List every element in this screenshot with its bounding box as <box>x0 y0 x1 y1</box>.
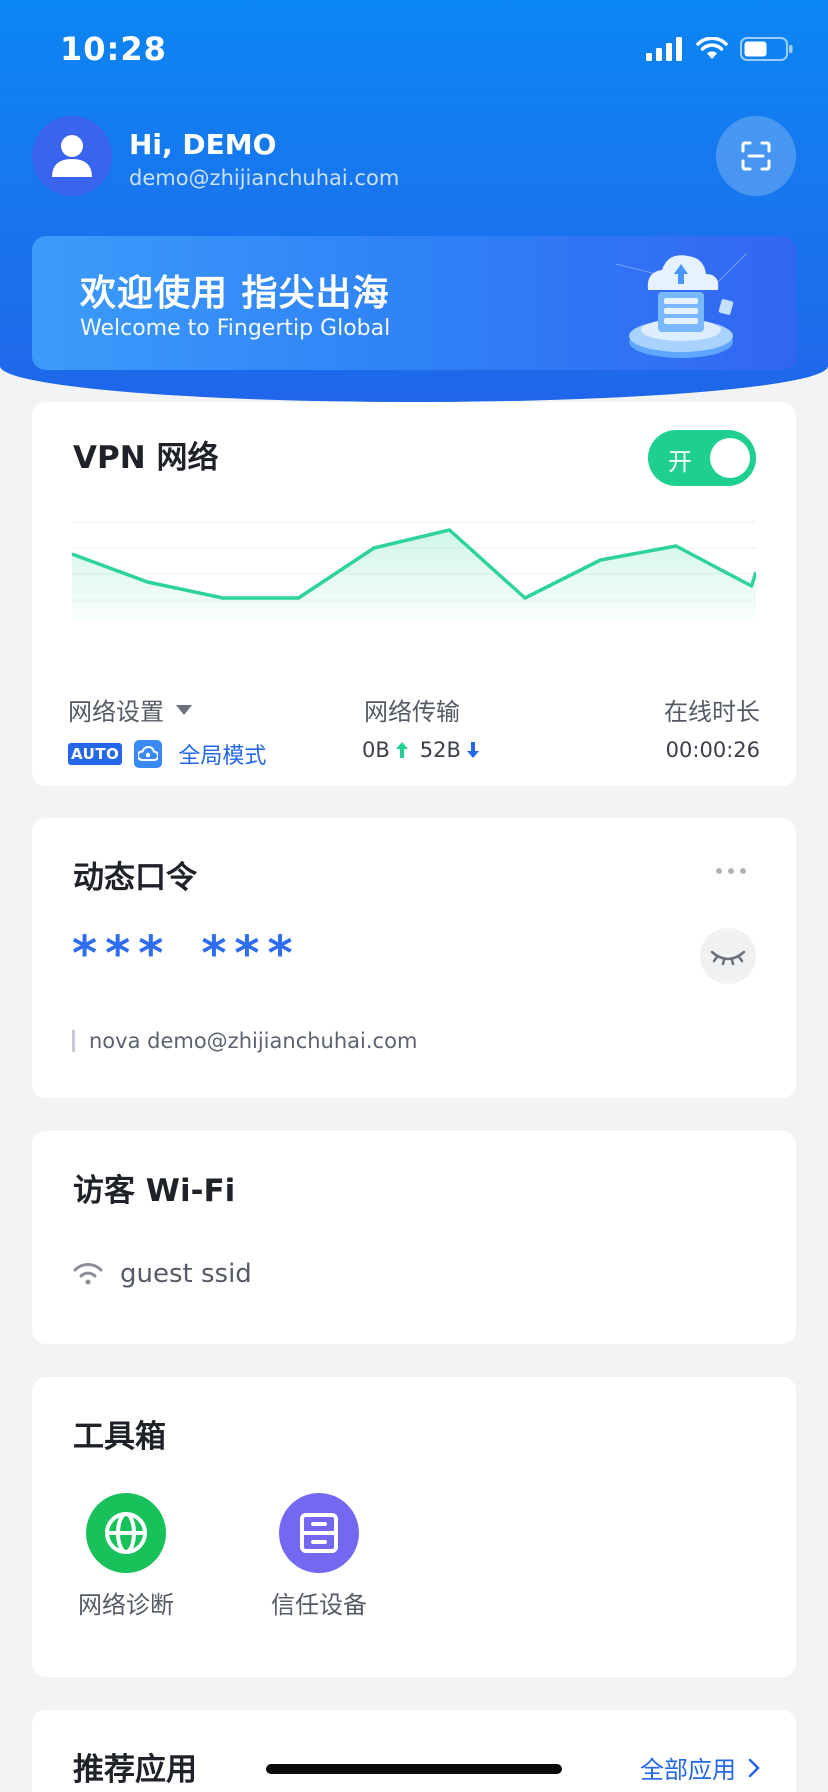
otp-code-group-1: *** <box>72 926 172 982</box>
online-time: 00:00:26 <box>665 738 760 762</box>
tool-label: 信任设备 <box>271 1591 367 1619</box>
tool-trusted-devices[interactable]: 信任设备 <box>259 1493 379 1620</box>
arrow-up-icon <box>395 742 408 758</box>
network-mode[interactable]: AUTO 全局模式 <box>68 738 266 770</box>
greeting-text: Hi, DEMO <box>129 128 277 161</box>
toolbox-title: 工具箱 <box>73 1419 166 1455</box>
recommended-apps-card: 推荐应用 全部应用 <box>32 1710 796 1792</box>
wifi-title: 访客 Wi-Fi <box>73 1173 236 1209</box>
arrow-down-icon <box>466 742 479 758</box>
avatar[interactable] <box>32 116 112 196</box>
all-apps-link[interactable]: 全部应用 <box>640 1750 760 1785</box>
signal-icon <box>646 37 682 61</box>
transfer-label: 网络传输 <box>364 698 460 726</box>
otp-card: 动态口令 *** *** nova demo@zhijianchuhai.com <box>32 818 796 1098</box>
device-icon <box>279 1493 359 1573</box>
scan-button[interactable] <box>716 116 796 196</box>
mode-text: 全局模式 <box>178 744 267 769</box>
vpn-title: VPN 网络 <box>73 440 219 476</box>
network-settings-label: 网络设置 <box>68 698 164 726</box>
transfer-value: 0B 52B <box>362 738 479 762</box>
vpn-toggle[interactable]: 开 <box>648 430 756 486</box>
welcome-banner[interactable]: 欢迎使用 指尖出海 Welcome to Fingertip Global <box>32 236 796 370</box>
online-label: 在线时长 <box>664 698 760 726</box>
battery-icon <box>740 37 793 61</box>
recommended-title: 推荐应用 <box>73 1752 197 1788</box>
otp-code: *** *** <box>72 930 301 978</box>
guest-wifi-card[interactable]: 访客 Wi-Fi guest ssid <box>32 1131 796 1344</box>
globe-icon <box>86 1493 166 1573</box>
download-value: 52B <box>419 738 461 762</box>
scan-icon <box>741 141 771 171</box>
traffic-chart <box>72 521 756 620</box>
upload-value: 0B <box>362 738 390 762</box>
chart-area <box>72 530 756 620</box>
profile-section: Hi, DEMO demo@zhijianchuhai.com <box>32 114 796 198</box>
caret-down-icon <box>176 704 192 715</box>
network-settings-dropdown[interactable]: 网络设置 <box>68 692 192 727</box>
more-icon[interactable] <box>716 868 746 874</box>
wifi-ssid-row: guest ssid <box>72 1259 252 1289</box>
tool-label: 网络诊断 <box>78 1591 174 1619</box>
home-indicator <box>266 1764 562 1774</box>
user-icon <box>52 135 92 177</box>
wifi-icon <box>696 37 728 59</box>
cloud-server-illustration <box>615 253 747 358</box>
toggle-label: 开 <box>668 448 692 476</box>
eye-closed-icon <box>710 950 746 966</box>
cloud-icon <box>134 740 163 768</box>
auto-badge: AUTO <box>68 743 123 765</box>
status-time: 10:28 <box>60 30 167 68</box>
chevron-right-icon <box>748 1758 760 1777</box>
status-icons <box>646 36 794 62</box>
tool-network-diagnosis[interactable]: 网络诊断 <box>66 1493 186 1620</box>
otp-title: 动态口令 <box>73 860 197 896</box>
banner-title: 欢迎使用 指尖出海 <box>80 273 390 314</box>
otp-code-group-2: *** <box>201 926 301 982</box>
toolbox-card: 工具箱 网络诊断 信任设备 <box>32 1377 796 1677</box>
wifi-ssid: guest ssid <box>120 1259 252 1289</box>
toggle-visibility-button[interactable] <box>700 928 756 984</box>
status-bar: 10:28 <box>0 0 828 100</box>
all-apps-label: 全部应用 <box>640 1756 736 1784</box>
toggle-knob <box>710 438 750 478</box>
wifi-icon <box>73 1263 103 1285</box>
otp-account: nova demo@zhijianchuhai.com <box>72 1030 417 1052</box>
banner-subtitle: Welcome to Fingertip Global <box>80 316 391 341</box>
user-email: demo@zhijianchuhai.com <box>129 166 400 190</box>
vpn-card: VPN 网络 开 网络设置 AUTO 全局模式 网络传输 0B 52B 在线时长… <box>32 402 796 786</box>
